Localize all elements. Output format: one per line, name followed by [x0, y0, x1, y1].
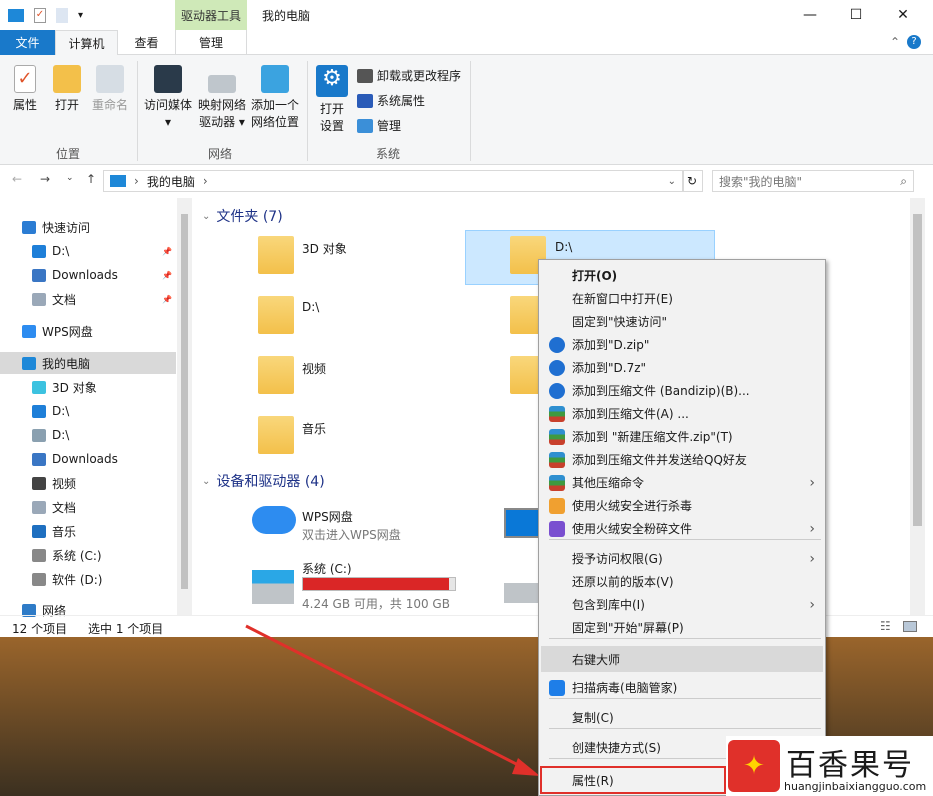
menu-item[interactable]: 固定到"快速访问" [539, 310, 825, 333]
menu-item[interactable]: 固定到"开始"屏幕(P) [539, 616, 825, 639]
bandizip-icon [549, 382, 565, 399]
tencent-guard-icon [549, 679, 565, 696]
menu-item[interactable]: 添加到压缩文件 (Bandizip)(B)... [539, 379, 825, 402]
bandizip-icon [549, 336, 565, 353]
huorong-shield-icon [549, 497, 565, 514]
menu-item-label: 添加到压缩文件(A) ... [572, 407, 689, 421]
arrow-shaft [245, 624, 529, 772]
menu-item-label: 授予访问权限(G) [572, 552, 663, 566]
menu-item-label: 右键大师 [572, 652, 621, 667]
menu-item[interactable]: 添加到压缩文件并发送给QQ好友 [539, 448, 825, 471]
menu-item[interactable]: 其他压缩命令 › [539, 471, 825, 494]
winrar-icon [549, 474, 565, 491]
menu-item-label: 添加到压缩文件 (Bandizip)(B)... [572, 384, 750, 398]
watermark-url: huangjinbaixiangguo.com [784, 780, 927, 793]
watermark-logo: ✦ 百香果号 huangjinbaixiangguo.com [726, 736, 933, 796]
submenu-chevron-icon: › [809, 474, 815, 491]
menu-item[interactable]: 添加到 "新建压缩文件.zip"(T) [539, 425, 825, 448]
menu-item-label: 固定到"开始"屏幕(P) [572, 621, 684, 635]
menu-item[interactable]: 属性(R) [540, 766, 726, 794]
menu-item[interactable]: 打开(O) [539, 264, 825, 287]
menu-item-label: 固定到"快速访问" [572, 315, 668, 329]
menu-item-label: 添加到 "新建压缩文件.zip"(T) [572, 430, 733, 444]
star-logo-icon: ✦ [728, 740, 780, 792]
menu-item[interactable]: 复制(C) [539, 706, 825, 729]
menu-item-label: 添加到"D.zip" [572, 338, 650, 352]
menu-item[interactable]: 添加到"D.zip" [539, 333, 825, 356]
menu-item-label: 使用火绒安全粉碎文件 [572, 522, 693, 536]
submenu-chevron-icon: › [809, 596, 815, 613]
menu-item[interactable]: 在新窗口中打开(E) [539, 287, 825, 310]
menu-item-label: 使用火绒安全进行杀毒 [572, 499, 693, 513]
menu-item[interactable]: 添加到"D.7z" [539, 356, 825, 379]
winrar-icon [549, 428, 565, 445]
menu-item-label: 扫描病毒(电脑管家) [572, 681, 678, 695]
menu-item-label: 打开(O) [572, 269, 618, 283]
menu-item-label: 其他压缩命令 [572, 476, 645, 490]
menu-item-label: 在新窗口中打开(E) [572, 292, 673, 306]
menu-item[interactable]: 使用火绒安全粉碎文件 › [539, 517, 825, 540]
menu-item[interactable]: 扫描病毒(电脑管家) [539, 676, 825, 699]
bandizip-icon [549, 359, 565, 376]
shredder-icon [549, 520, 565, 537]
arrow-head [512, 758, 540, 776]
watermark-name: 百香果号 [786, 748, 914, 783]
submenu-chevron-icon: › [809, 550, 815, 567]
menu-item-label: 包含到库中(I) [572, 598, 645, 612]
menu-item[interactable]: 添加到压缩文件(A) ... [539, 402, 825, 425]
menu-item[interactable]: 使用火绒安全进行杀毒 [539, 494, 825, 517]
context-menu: 打开(O) 在新窗口中打开(E) 固定到"快速访问" 添加到"D.zip" 添加到"D.… [538, 259, 826, 796]
winrar-icon [549, 405, 565, 422]
menu-item-label: 复制(C) [572, 711, 614, 725]
menu-item-label: 添加到压缩文件并发送给QQ好友 [572, 453, 747, 467]
menu-item-label: 添加到"D.7z" [572, 361, 647, 375]
menu-item-label: 还原以前的版本(V) [572, 575, 674, 589]
menu-item[interactable]: 还原以前的版本(V) [539, 570, 825, 593]
submenu-chevron-icon: › [809, 520, 815, 537]
menu-item-label: 属性(R) [572, 773, 614, 788]
menu-item[interactable]: 包含到库中(I) › [539, 593, 825, 616]
winrar-icon [549, 451, 565, 468]
menu-item-label: 创建快捷方式(S) [572, 741, 661, 755]
menu-item[interactable]: 右键大师 [541, 646, 823, 672]
menu-item[interactable]: 授予访问权限(G) › [539, 547, 825, 570]
